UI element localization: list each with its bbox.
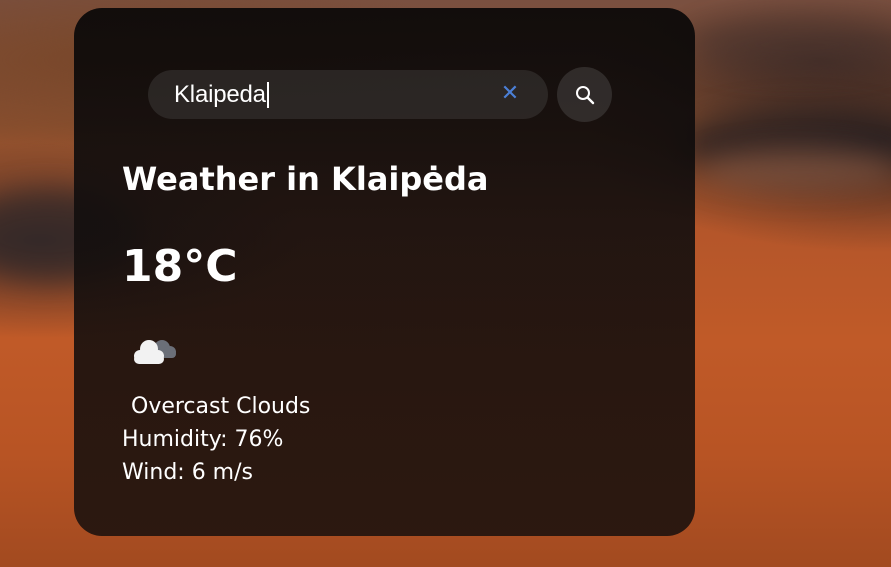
wind-label: Wind: 6 m/s: [122, 460, 253, 485]
search-icon: [575, 85, 594, 104]
search-field[interactable]: Klaipeda ✕: [148, 70, 548, 119]
search-button[interactable]: [557, 67, 612, 122]
weather-title: Weather in Klaipėda: [122, 160, 489, 198]
background-cloud: [690, 20, 891, 70]
close-icon[interactable]: ✕: [498, 82, 522, 106]
weather-description: Overcast Clouds: [131, 394, 311, 419]
humidity-label: Humidity: 76%: [122, 427, 284, 452]
search-input[interactable]: Klaipeda: [174, 81, 269, 109]
temperature: 18°C: [122, 241, 238, 292]
search-bar: Klaipeda ✕: [148, 67, 612, 122]
background-cloud: [700, 150, 891, 190]
overcast-clouds-icon: [134, 340, 176, 364]
text-caret: [266, 82, 269, 109]
